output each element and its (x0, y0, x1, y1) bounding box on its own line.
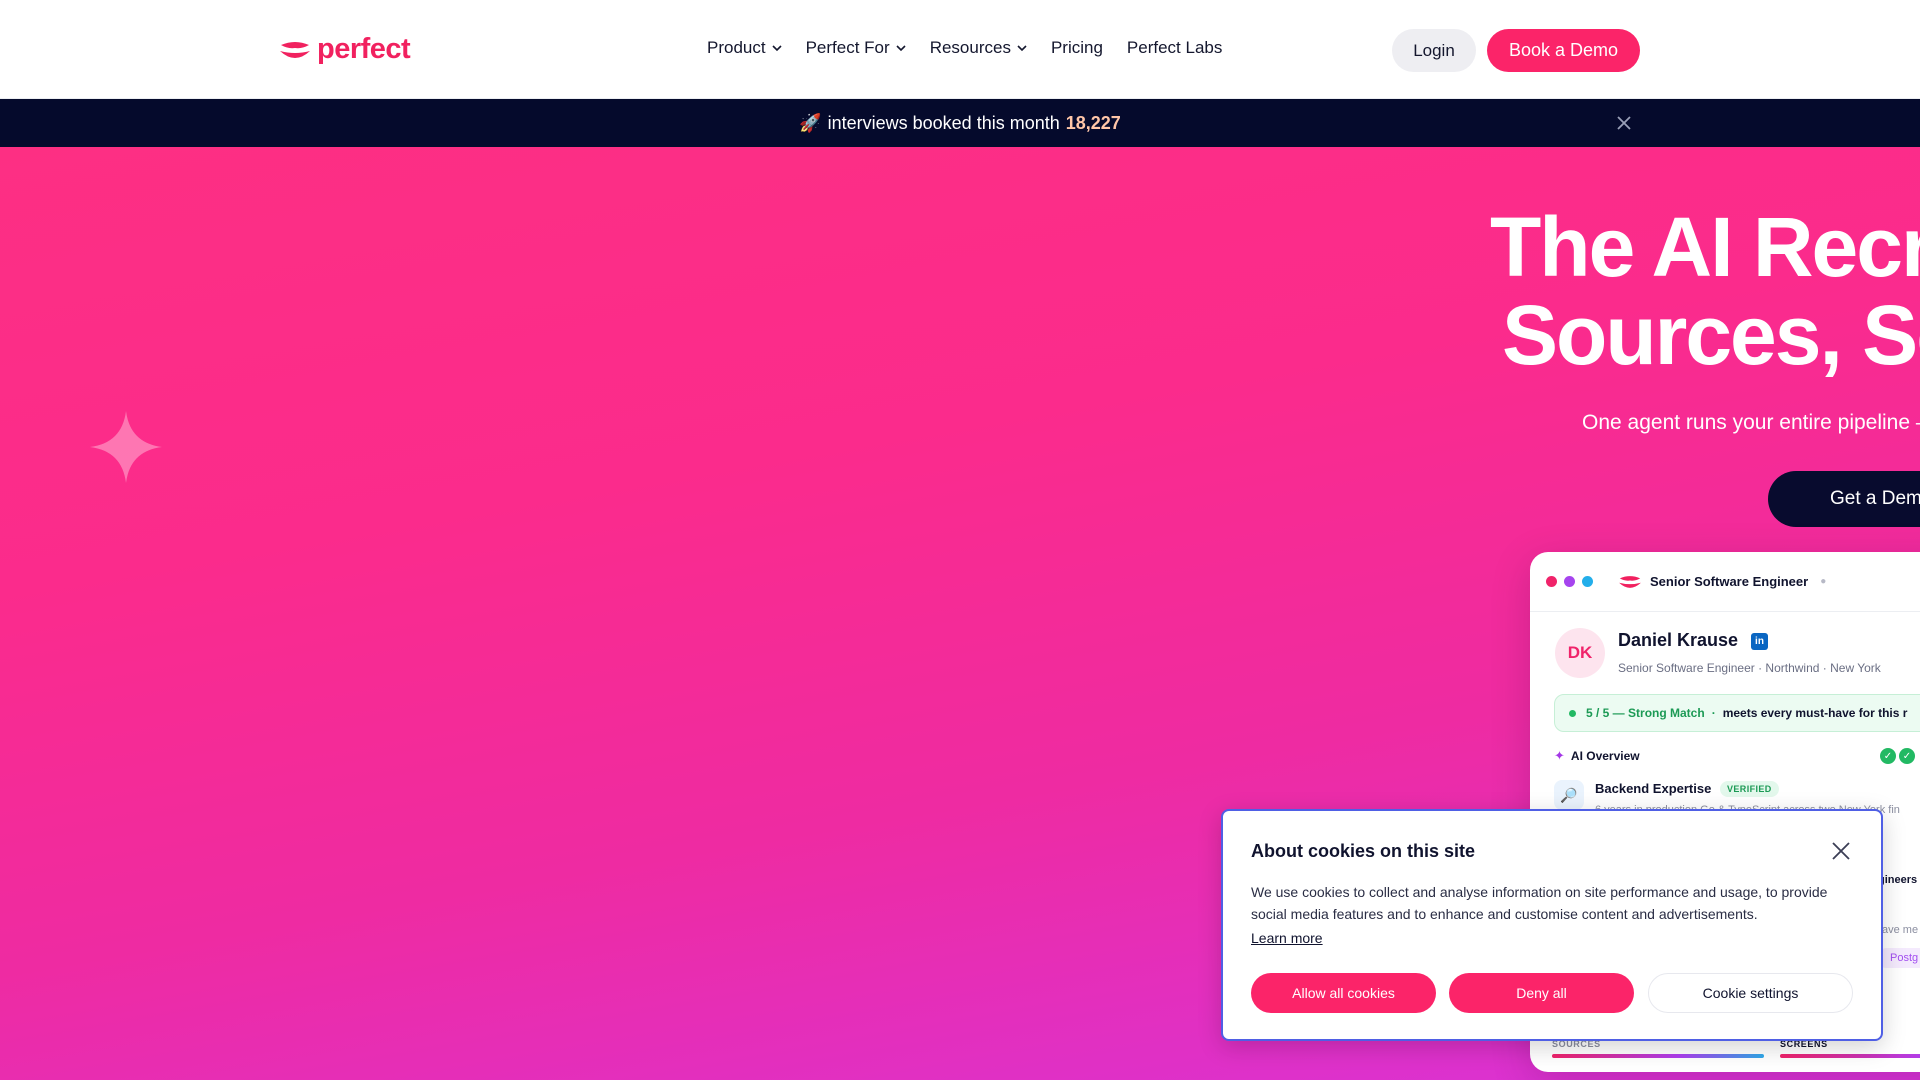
hero-subtitle: One agent runs your entire pipeline – (1582, 411, 1920, 434)
chevron-down-icon (896, 45, 906, 52)
lips-logo-icon (1619, 575, 1641, 588)
nav-item-product[interactable]: Product (707, 38, 782, 58)
get-demo-button[interactable]: Get a Dem (1768, 471, 1920, 527)
skill-tag: Postg (1880, 948, 1920, 968)
check-badges: ✓ ✓ (1880, 748, 1915, 764)
chevron-down-icon (1017, 45, 1027, 52)
announcement-bar: 🚀 interviews booked this month 18,227 (0, 99, 1920, 147)
nav-label: Perfect Labs (1126, 38, 1223, 57)
hero-title-line-1: The AI Recru (1490, 200, 1920, 294)
nav-item-perfect-labs[interactable]: Perfect Labs (1127, 38, 1222, 58)
cookie-description: We use cookies to collect and analyse in… (1251, 884, 1828, 922)
match-detail: meets every must-have for this r (1722, 706, 1908, 720)
rocket-icon: 🚀 (799, 112, 822, 133)
window-dot-blue (1582, 576, 1593, 587)
window-dot-purple (1564, 576, 1575, 587)
cookie-settings-button[interactable]: Cookie settings (1648, 973, 1853, 1013)
hero-title: The AI Recru Sources, Scr (1490, 203, 1920, 379)
screens-progress-bar (1780, 1054, 1920, 1058)
match-banner: 5 / 5 — Strong Match · meets every must-… (1554, 694, 1920, 732)
nav-label: Pricing (1050, 38, 1103, 57)
candidate-name: Daniel Krause (1618, 630, 1739, 650)
deny-all-button[interactable]: Deny all (1449, 973, 1634, 1013)
book-demo-button[interactable]: Book a Demo (1487, 29, 1640, 72)
learn-more-link[interactable]: Learn more (1251, 930, 1323, 946)
nav-label: Resources (929, 38, 1011, 57)
perfect-logo[interactable]: perfect (279, 33, 411, 66)
check-icon: ✓ (1880, 748, 1896, 764)
allow-all-cookies-button[interactable]: Allow all cookies (1251, 973, 1436, 1013)
main-nav: Product Perfect For Resources Pricing Pe… (707, 38, 1222, 58)
linkedin-icon[interactable]: in (1751, 633, 1768, 650)
close-icon[interactable] (1830, 840, 1852, 862)
magnifier-icon: 🔎 (1554, 780, 1584, 810)
logo-wordmark: perfect (317, 33, 411, 65)
interview-count: 18,227 (1065, 112, 1121, 133)
announcement-text: interviews booked this month (827, 112, 1060, 133)
sources-progress-bar (1552, 1054, 1764, 1058)
close-icon[interactable] (1614, 113, 1634, 133)
candidate-role: Senior Software Engineer · Northwind · N… (1618, 661, 1881, 675)
verified-badge: VERIFIED (1720, 781, 1779, 797)
check-icon: ✓ (1899, 748, 1915, 764)
site-header: perfect Product Perfect For Resources Pr… (0, 0, 1920, 99)
sparkle-icon: ✦ (1554, 748, 1565, 763)
nav-item-perfect-for[interactable]: Perfect For (806, 38, 906, 58)
login-button[interactable]: Login (1392, 29, 1476, 72)
nav-label: Product (707, 38, 766, 57)
ai-overview-heading: ✦ AI Overview (1554, 748, 1640, 764)
engineers-fragment: gineers (1878, 874, 1918, 886)
have-fragment: ave me (1882, 924, 1919, 936)
candidate-avatar: DK (1555, 628, 1605, 678)
ai-overview-label: AI Overview (1570, 749, 1640, 763)
nav-item-resources[interactable]: Resources (930, 38, 1027, 58)
hero-title-line-2: Sources, Scr (1502, 288, 1920, 382)
window-dot-red (1546, 576, 1557, 587)
nav-item-pricing[interactable]: Pricing (1051, 38, 1103, 58)
separator-dot: ● (1820, 576, 1827, 587)
chevron-down-icon (772, 45, 782, 52)
match-score: 5 / 5 — Strong Match (1586, 706, 1705, 720)
separator-dot: · (1711, 706, 1716, 720)
status-dot (1569, 709, 1576, 717)
cookie-dialog: About cookies on this site We use cookie… (1221, 809, 1883, 1041)
expertise-title: Backend Expertise (1595, 781, 1712, 796)
nav-label: Perfect For (805, 38, 890, 57)
cookie-title: About cookies on this site (1251, 841, 1476, 861)
card-toolbar: Senior Software Engineer ● (1530, 552, 1920, 612)
lips-logo-icon (280, 41, 310, 58)
job-title: Senior Software Engineer (1650, 574, 1809, 589)
sparkle-icon (90, 411, 162, 483)
